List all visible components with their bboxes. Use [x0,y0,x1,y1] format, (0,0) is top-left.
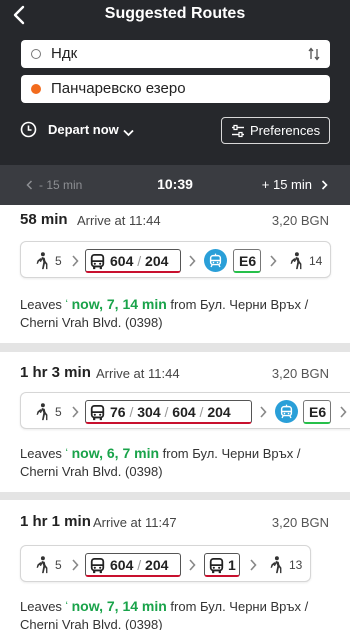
leaves-label: Leaves [20,599,62,614]
walk-icon [35,252,49,270]
walk-icon [269,556,283,574]
stop-name-latin: Cherni Vrah Blvd. (0398) [20,464,163,479]
walk-minutes: 5 [55,405,62,419]
departure-times: now, 7, 14 min [71,598,167,614]
destination-field[interactable]: Панчаревско езеро [21,75,330,103]
later-button[interactable]: + 15 min [262,177,328,192]
bus-line: 204 [207,404,231,420]
tram-circle [275,400,298,423]
route-arrival: Arrive at 11:47 [93,515,177,530]
bus-icon [90,405,105,421]
walk-icon [35,403,49,421]
chevron-right-icon [259,406,267,418]
bus-line-badge: 1 [204,553,240,577]
route-arrival: Arrive at 11:44 [77,213,161,228]
route-arrival: Arrive at 11:44 [96,366,180,381]
walk-minutes: 5 [55,254,62,268]
later-label: + 15 min [261,177,312,192]
route-card[interactable]: 58 min Arrive at 11:44 3,20 BGN 5 604 / … [0,205,350,343]
route-card[interactable]: 1 hr 3 min Arrive at 11:44 3,20 BGN 5 76… [0,352,350,492]
bus-line-badge: 76 / 304 / 604 / 204 [85,400,252,424]
walk-minutes: 14 [309,254,323,268]
chevron-right-icon [71,255,79,267]
swap-icon[interactable] [308,47,320,66]
departure-info: Leaves ‘ now, 6, 7 min from Бул. Черни В… [20,444,340,481]
chevron-right-icon [71,559,79,571]
origin-field[interactable]: Ндк [21,40,330,68]
stop-name-latin: Cherni Vrah Blvd. (0398) [20,617,163,630]
bus-line: 604 [110,253,134,269]
tram-circle [204,249,227,272]
route-price: 3,20 BGN [271,366,329,381]
header: Suggested Routes Ндк Панчаревско езеро D… [0,0,350,165]
departure-times: now, 7, 14 min [71,296,167,312]
route-price: 3,20 BGN [271,213,329,228]
route-duration: 1 hr 3 min [20,364,91,381]
bus-icon [90,558,105,574]
origin-text: Ндк [51,45,78,62]
tram-icon [280,404,293,419]
chevron-right-icon [249,559,257,571]
clock-icon [20,121,37,143]
chevron-right-icon [321,180,328,190]
route-duration: 1 hr 1 min [20,513,91,530]
leaves-label: Leaves [20,446,62,461]
depart-now-dropdown[interactable]: Depart now [48,122,119,137]
walk-icon [289,252,303,270]
chevron-right-icon [71,406,79,418]
departure-info: Leaves ‘ now, 7, 14 min from Бул. Черни … [20,597,340,630]
bus-line-badge: 604 / 204 [85,553,181,577]
preferences-button[interactable]: Preferences [221,117,330,144]
walk-minutes: 13 [289,558,303,572]
realtime-icon: ‘ [65,600,68,612]
tram-line-badge: E6 [233,249,261,273]
chevron-right-icon [269,255,277,267]
bus-line: 304 [137,404,161,420]
bus-line-badge: 604 / 204 [85,249,181,273]
sliders-icon [231,124,245,143]
route-price: 3,20 BGN [271,515,329,530]
bus-icon [209,558,224,574]
bus-line: 604 [110,557,134,573]
destination-dot-icon [31,84,41,94]
route-legs: 5 76 / 304 / 604 / 204 E6 [20,392,350,429]
tram-icon [209,253,222,268]
route-legs: 5 604 / 204 E6 14 [20,241,331,278]
preferences-label: Preferences [250,123,321,138]
chevron-right-icon [188,255,196,267]
bus-line: 76 [110,404,126,420]
bus-line: 204 [145,253,169,269]
origin-dot-icon [31,49,41,59]
stop-name: from Бул. Черни Връх / [170,599,309,614]
route-duration: 58 min [20,211,68,228]
route-card[interactable]: 1 hr 1 min Arrive at 11:47 3,20 BGN 5 60… [0,500,350,630]
chevron-right-icon [188,559,196,571]
stop-name: from Бул. Черни Връх / [162,446,301,461]
bus-line: 204 [145,557,169,573]
stop-name-latin: Cherni Vrah Blvd. (0398) [20,315,163,330]
realtime-icon: ‘ [65,447,68,459]
tram-line-badge: E6 [303,400,331,424]
page-title: Suggested Routes [104,5,246,22]
departure-info: Leaves ‘ now, 7, 14 min from Бул. Черни … [20,295,340,332]
walk-icon [35,556,49,574]
destination-text: Панчаревско езеро [51,80,186,97]
realtime-icon: ‘ [65,298,68,310]
departure-times: now, 6, 7 min [71,445,160,461]
chevron-right-icon [339,406,347,418]
walk-minutes: 5 [55,558,62,572]
stop-name: from Бул. Черни Връх / [170,297,309,312]
bus-line: 1 [228,557,236,573]
leaves-label: Leaves [20,297,62,312]
tram-line: E6 [309,404,327,420]
bus-icon [90,254,105,270]
route-legs: 5 604 / 204 1 13 [20,545,311,582]
bus-line: 604 [172,404,196,420]
time-navigation-bar: - 15 min 10:39 + 15 min [0,165,350,205]
chevron-down-icon[interactable] [123,124,134,142]
tram-line: E6 [239,253,257,269]
